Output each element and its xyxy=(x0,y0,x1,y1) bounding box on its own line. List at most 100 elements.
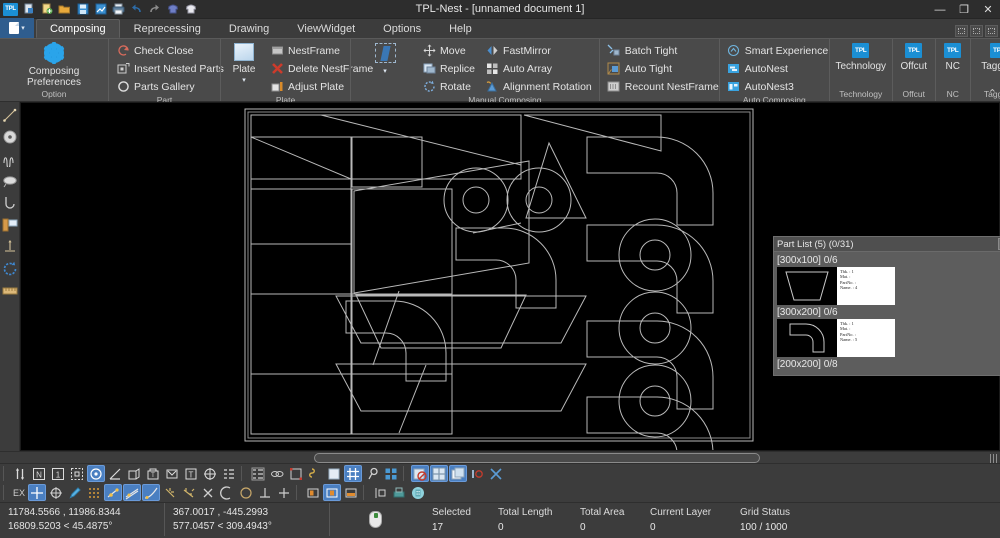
tab-help[interactable]: Help xyxy=(435,19,486,38)
target-icon[interactable] xyxy=(47,484,65,501)
path-curve-icon[interactable] xyxy=(142,484,161,501)
quadrant-icon[interactable] xyxy=(201,465,219,482)
bar-left-icon[interactable] xyxy=(304,484,322,501)
auto-array-button[interactable]: Auto Array xyxy=(482,60,595,77)
doc-restore-button[interactable] xyxy=(970,25,983,37)
cross-arrows-icon[interactable] xyxy=(487,465,505,482)
restore-button[interactable]: ❐ xyxy=(952,0,976,19)
dot-grid-icon[interactable] xyxy=(85,484,103,501)
building-icon[interactable] xyxy=(409,484,427,501)
replice-button[interactable]: Replice xyxy=(419,60,478,77)
arc-cut-icon[interactable] xyxy=(218,484,236,501)
undo-icon[interactable] xyxy=(128,1,145,18)
measure2-icon[interactable] xyxy=(371,484,389,501)
check-close-button[interactable]: Check Close xyxy=(113,42,227,59)
shirt-white-icon[interactable] xyxy=(182,1,199,18)
bar-mid-icon[interactable] xyxy=(323,484,342,501)
sheets-icon[interactable] xyxy=(449,465,467,482)
horizontal-scroll-thumb[interactable] xyxy=(314,453,760,463)
technology-button[interactable]: TPL Technology xyxy=(834,41,888,72)
tiles-icon[interactable] xyxy=(382,465,400,482)
fastmirror-button[interactable]: FastMirror xyxy=(482,42,595,59)
save-as-icon[interactable] xyxy=(92,1,109,18)
close-button[interactable]: ✕ xyxy=(976,0,1000,19)
alignment-rotation-button[interactable]: Alignment Rotation xyxy=(482,78,595,95)
part-list-items[interactable]: [300x100] 0/6 Thk. : 1 Mat. : PartNo. : … xyxy=(774,252,1000,375)
text-snap-icon[interactable]: T xyxy=(182,465,200,482)
spark2-icon[interactable] xyxy=(180,484,198,501)
doc-minimize-button[interactable] xyxy=(955,25,968,37)
polygon-icon[interactable] xyxy=(125,465,143,482)
part-list-panel[interactable]: Part List (5) (0/31) ✕ [300x100] 0/6 Thk… xyxy=(773,236,1000,376)
angle-icon[interactable] xyxy=(106,465,124,482)
arc-tool-icon[interactable] xyxy=(1,193,19,212)
tab-options[interactable]: Options xyxy=(369,19,435,38)
ruler-tool-icon[interactable] xyxy=(1,281,19,300)
hide-icon[interactable] xyxy=(268,465,286,482)
circle-cut-icon[interactable] xyxy=(237,484,255,501)
line-tool-icon[interactable] xyxy=(1,105,19,124)
ribbon-collapse-icon[interactable]: ⌃ xyxy=(988,87,997,100)
layers-icon[interactable] xyxy=(249,465,267,482)
tagging-button[interactable]: TPL Tagging xyxy=(975,41,1000,72)
print-icon[interactable] xyxy=(110,1,127,18)
midpoint-icon[interactable] xyxy=(163,465,181,482)
cross-cut-icon[interactable] xyxy=(199,484,217,501)
chevron-down-icon[interactable]: ▾ xyxy=(383,67,387,75)
parts-gallery-button[interactable]: Parts Gallery xyxy=(113,78,227,95)
snap-center-icon[interactable] xyxy=(87,465,105,482)
lead-icon[interactable] xyxy=(363,465,381,482)
grid-list-icon[interactable] xyxy=(220,465,238,482)
plate-button[interactable]: Plate ▾ xyxy=(225,41,263,84)
tab-drawing[interactable]: Drawing xyxy=(215,19,283,38)
offcut-button[interactable]: TPL Offcut xyxy=(897,41,931,72)
auto-tight-button[interactable]: Auto Tight xyxy=(604,60,722,77)
insert-nested-parts-button[interactable]: Insert Nested Parts xyxy=(113,60,227,77)
tab-viewwidget[interactable]: ViewWidget xyxy=(283,19,369,38)
resize-grip-icon[interactable] xyxy=(990,454,998,463)
redo-icon[interactable] xyxy=(146,1,163,18)
grid-snap-icon[interactable] xyxy=(344,465,362,482)
rotate-button[interactable]: Rotate xyxy=(419,78,478,95)
open-folder-icon[interactable] xyxy=(56,1,73,18)
composing-preferences-button[interactable]: Composing Preferences xyxy=(4,41,104,88)
minimize-button[interactable]: — xyxy=(928,0,952,19)
ellipse-tool-icon[interactable] xyxy=(1,171,19,190)
rotate-tool-icon[interactable] xyxy=(1,259,19,278)
bounding-box-icon[interactable] xyxy=(287,465,305,482)
file-menu-button[interactable]: ▾ xyxy=(0,18,34,38)
perp-icon[interactable] xyxy=(256,484,274,501)
select-box-icon[interactable] xyxy=(68,465,86,482)
new-document-icon[interactable] xyxy=(20,1,37,18)
batch-tight-button[interactable]: Batch Tight xyxy=(604,42,722,59)
nc-button[interactable]: TPL NC xyxy=(940,41,966,72)
plus-icon[interactable] xyxy=(275,484,293,501)
adjustment-button[interactable]: ▾ xyxy=(355,41,415,75)
no-entry-icon[interactable] xyxy=(411,465,429,482)
path-line-icon[interactable] xyxy=(123,484,142,501)
circle-tool-icon[interactable] xyxy=(1,127,19,146)
tangent-icon[interactable]: T xyxy=(144,465,162,482)
smart-experience-button[interactable]: Smart Experience xyxy=(724,42,831,59)
horizontal-scrollbar[interactable] xyxy=(0,451,1000,464)
recount-nestframe-button[interactable]: Recount NestFrame xyxy=(604,78,722,95)
crosshair-icon[interactable] xyxy=(28,484,47,501)
marker-icon[interactable] xyxy=(468,465,486,482)
snap-updown-icon[interactable] xyxy=(11,465,29,482)
path-point-icon[interactable] xyxy=(104,484,123,501)
dimension-tool-icon[interactable] xyxy=(1,237,19,256)
autonest3-button[interactable]: AutoNest3 xyxy=(724,78,831,95)
zigzag-icon[interactable] xyxy=(306,465,324,482)
pencil-icon[interactable] xyxy=(66,484,84,501)
shirt-blue-icon[interactable] xyxy=(164,1,181,18)
spline-tool-icon[interactable] xyxy=(1,149,19,168)
chevron-down-icon[interactable]: ▾ xyxy=(242,76,246,84)
part-list-item[interactable]: Thk. : 1 Mat. : PartNo. : Name. : 5 xyxy=(777,319,999,357)
tab-reprecessing[interactable]: Repreces­sing xyxy=(120,19,215,38)
measure-tool-icon[interactable] xyxy=(1,215,19,234)
drawing-canvas[interactable]: Part List (5) (0/31) ✕ [300x100] 0/6 Thk… xyxy=(20,102,1000,451)
node-n-icon[interactable]: N xyxy=(30,465,48,482)
printer-icon[interactable] xyxy=(390,484,408,501)
move-button[interactable]: Move xyxy=(419,42,478,59)
node-1-icon[interactable]: 1 xyxy=(49,465,67,482)
